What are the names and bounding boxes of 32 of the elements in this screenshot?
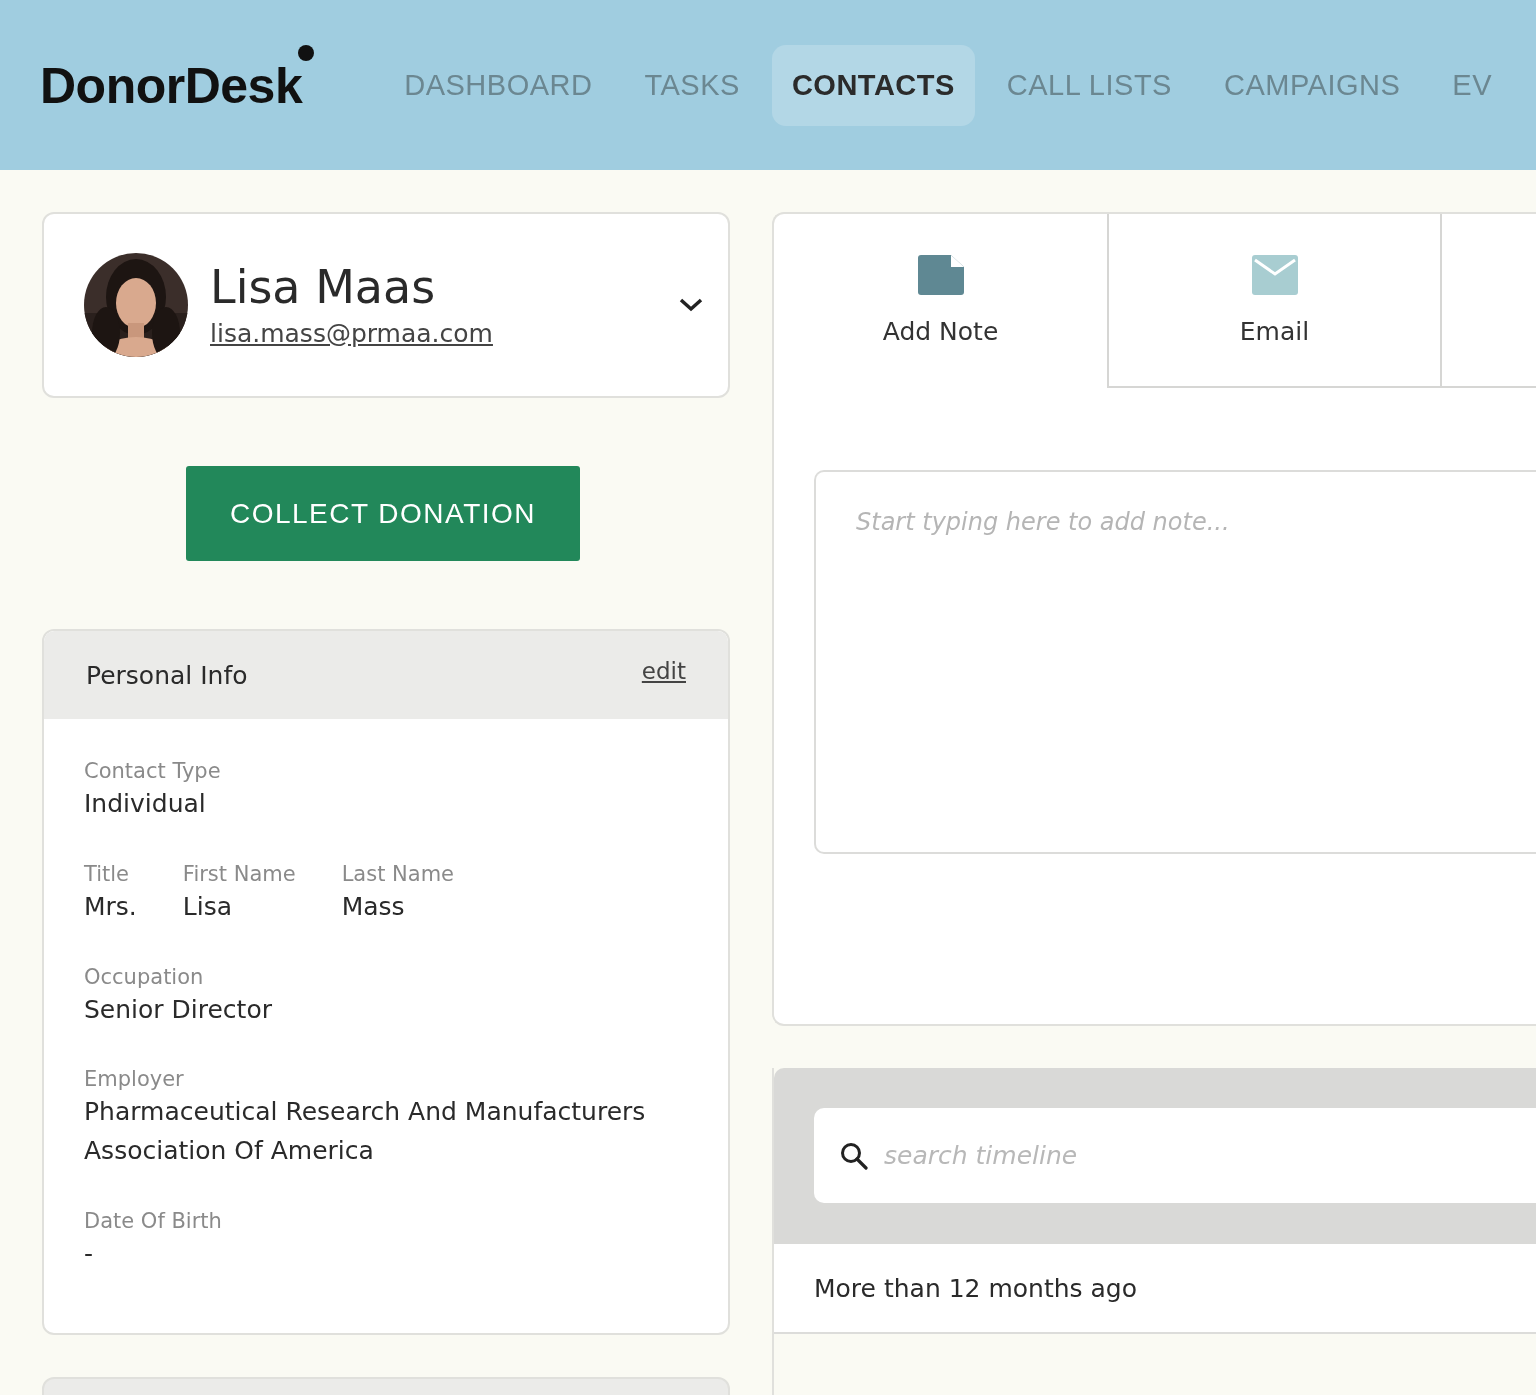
- field-label: Occupation: [84, 964, 205, 989]
- note-field[interactable]: Start typing here to add note...: [814, 470, 1536, 854]
- field-value: Pharmaceutical Research And Manufacturers Association Of America: [84, 1096, 647, 1167]
- field-label: Date Of Birth: [84, 1208, 222, 1233]
- email-link[interactable]: lisa.mass@prmaa.com: [210, 318, 678, 348]
- logo-dot-icon: [298, 45, 315, 61]
- field-value: Individual: [84, 788, 207, 820]
- nav-tab[interactable]: CONTACTS: [771, 44, 975, 126]
- field-value: Senior Director: [84, 993, 272, 1026]
- field-value: Mass: [341, 890, 406, 923]
- collect-donation-button[interactable]: COLLECT DONATION: [186, 466, 580, 561]
- search-field[interactable]: search timeline: [814, 1108, 1536, 1203]
- note-icon: [917, 254, 964, 295]
- action-tab[interactable]: Email: [1107, 214, 1440, 388]
- action-tab[interactable]: Add Note: [774, 214, 1107, 388]
- field-label: Last Name: [341, 861, 455, 886]
- group-title: More than 12 months ago: [814, 1273, 1138, 1303]
- contact-name: Lisa Maas: [210, 262, 437, 313]
- search-icon: [840, 1141, 868, 1170]
- field-label: Contact Type: [84, 759, 221, 783]
- edit-link[interactable]: edit: [641, 658, 686, 684]
- field-value: Lisa: [182, 890, 234, 923]
- search-input[interactable]: search timeline: [882, 1140, 1536, 1171]
- section-title: Personal Info: [86, 660, 248, 690]
- field-label: First Name: [182, 861, 296, 886]
- chevron-down-icon[interactable]: [678, 297, 704, 313]
- logo[interactable]: DonorDesk: [40, 57, 303, 115]
- envelope-icon: [1251, 254, 1298, 295]
- field-label: Title: [84, 861, 130, 886]
- field-value: -: [84, 1237, 95, 1270]
- field-value: Mrs.: [84, 890, 137, 923]
- field-label: Employer: [84, 1067, 185, 1092]
